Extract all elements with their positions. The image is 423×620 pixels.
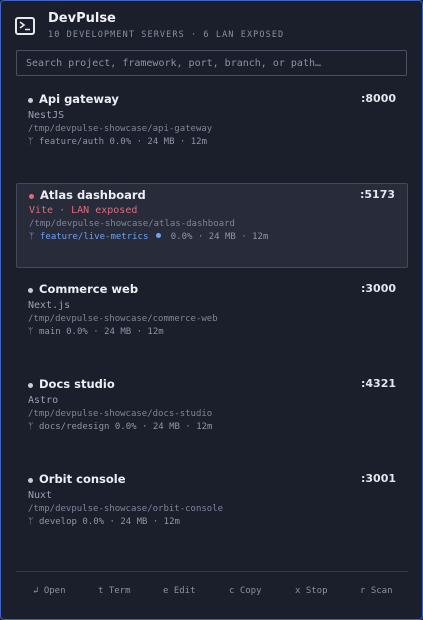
server-uptime: 12m bbox=[163, 517, 180, 527]
server-framework: Vite · LAN exposed bbox=[29, 205, 138, 216]
separator: · bbox=[136, 137, 142, 147]
separator: · bbox=[185, 422, 191, 432]
separator: · bbox=[197, 232, 204, 242]
devpulse-window: DevPulse 10 DEVELOPMENT SERVERS · 6 LAN … bbox=[0, 0, 423, 620]
server-branch: docs/redesign bbox=[39, 422, 110, 432]
server-item-docs-studio[interactable]: Docs studio :4321 Astro /tmp/devpulse-sh… bbox=[16, 377, 408, 462]
separator: · bbox=[93, 327, 99, 337]
server-framework: Nuxt bbox=[28, 490, 53, 501]
server-name: Commerce web bbox=[39, 282, 139, 296]
git-branch-icon: ᛘ bbox=[28, 517, 34, 527]
server-memory: 24 MB bbox=[152, 422, 180, 432]
status-dot bbox=[28, 383, 33, 388]
server-name: Docs studio bbox=[39, 377, 115, 391]
server-item-commerce-web[interactable]: Commerce web :3000 Next.js /tmp/devpulse… bbox=[16, 282, 408, 367]
server-item-orbit-console[interactable]: Orbit console :3001 Nuxt /tmp/devpulse-s… bbox=[16, 472, 408, 557]
server-branch: feature/auth bbox=[39, 137, 105, 147]
footer-divider bbox=[16, 571, 408, 572]
server-path: /tmp/devpulse-showcase/atlas-dashboard bbox=[29, 219, 235, 229]
server-path: /tmp/devpulse-showcase/api-gateway bbox=[28, 124, 213, 134]
copy-action[interactable]: c Copy bbox=[229, 586, 262, 596]
git-branch-icon: ᛘ bbox=[28, 327, 34, 337]
server-port: :4321 bbox=[360, 377, 396, 390]
server-meta: ᛘ feature/auth 0.0% · 24 MB · 12m bbox=[28, 137, 207, 147]
status-dot bbox=[29, 194, 34, 199]
server-cpu: 0.0% bbox=[114, 422, 137, 432]
open-action[interactable]: ↲ Open bbox=[33, 586, 66, 596]
separator: · bbox=[179, 137, 186, 147]
server-cpu: 0.0% bbox=[170, 232, 193, 242]
server-port: :5173 bbox=[359, 188, 395, 201]
server-uptime: 12m bbox=[196, 422, 213, 432]
server-uptime: 12m bbox=[190, 137, 208, 147]
status-dot bbox=[28, 98, 33, 103]
server-framework: Next.js bbox=[28, 300, 71, 311]
keyboard-hints: ↲ Open t Term e Edit c Copy x Stop r Sca… bbox=[16, 586, 408, 602]
scan-action[interactable]: r Scan bbox=[360, 586, 393, 596]
app-subtitle: 10 DEVELOPMENT SERVERS · 6 LAN EXPOSED bbox=[48, 30, 285, 40]
server-path: /tmp/devpulse-showcase/orbit-console bbox=[28, 504, 224, 514]
server-cpu: 0.0% bbox=[82, 517, 105, 527]
separator: · bbox=[141, 422, 148, 432]
server-uptime: 12m bbox=[147, 327, 164, 337]
server-memory: 24 MB bbox=[147, 137, 175, 147]
server-path: /tmp/devpulse-showcase/docs-studio bbox=[28, 409, 213, 419]
server-uptime: 12m bbox=[252, 232, 269, 242]
terminal-icon bbox=[15, 17, 35, 35]
git-branch-icon: ᛘ bbox=[29, 232, 35, 242]
server-port: :3001 bbox=[360, 472, 396, 485]
server-memory: 24 MB bbox=[104, 327, 132, 337]
live-indicator-dot bbox=[156, 233, 162, 238]
separator: · bbox=[152, 517, 159, 527]
server-name: Orbit console bbox=[39, 472, 126, 486]
stop-action[interactable]: x Stop bbox=[295, 586, 328, 596]
status-dot bbox=[28, 288, 33, 293]
server-framework: NestJS bbox=[28, 110, 65, 121]
app-header: DevPulse 10 DEVELOPMENT SERVERS · 6 LAN … bbox=[15, 11, 410, 43]
server-meta: ᛘ main 0.0% · 24 MB · 12m bbox=[28, 327, 164, 337]
app-title: DevPulse bbox=[48, 11, 116, 26]
server-name: Atlas dashboard bbox=[40, 188, 146, 202]
server-framework: Astro bbox=[28, 395, 59, 406]
server-port: :8000 bbox=[360, 92, 396, 105]
separator: · bbox=[136, 327, 142, 337]
server-cpu: 0.0% bbox=[66, 327, 88, 337]
separator: · bbox=[241, 232, 247, 242]
server-port: :3000 bbox=[360, 282, 396, 295]
server-name: Api gateway bbox=[39, 92, 119, 106]
git-branch-icon: ᛘ bbox=[28, 422, 34, 432]
search-input[interactable] bbox=[16, 50, 407, 76]
status-dot bbox=[28, 478, 33, 483]
server-meta: ᛘ docs/redesign 0.0% · 24 MB · 12m bbox=[28, 422, 212, 432]
server-item-api-gateway[interactable]: Api gateway :8000 NestJS /tmp/devpulse-s… bbox=[16, 92, 408, 177]
server-branch: feature/live-metrics bbox=[40, 232, 149, 242]
server-branch: main bbox=[39, 327, 61, 337]
server-branch: develop bbox=[39, 517, 77, 527]
server-meta: ᛘ feature/live-metrics 0.0% · 24 MB · 12m bbox=[29, 232, 268, 242]
edit-action[interactable]: e Edit bbox=[163, 586, 196, 596]
git-branch-icon: ᛘ bbox=[28, 137, 34, 147]
terminal-action[interactable]: t Term bbox=[98, 586, 131, 596]
server-memory: 24 MB bbox=[208, 232, 236, 242]
server-memory: 24 MB bbox=[120, 517, 148, 527]
server-meta: ᛘ develop 0.0% · 24 MB · 12m bbox=[28, 517, 180, 527]
server-path: /tmp/devpulse-showcase/commerce-web bbox=[28, 314, 218, 324]
separator: · bbox=[109, 517, 115, 527]
server-item-atlas-dashboard[interactable]: Atlas dashboard :5173 Vite · LAN exposed… bbox=[16, 183, 408, 268]
server-cpu: 0.0% bbox=[109, 137, 132, 147]
